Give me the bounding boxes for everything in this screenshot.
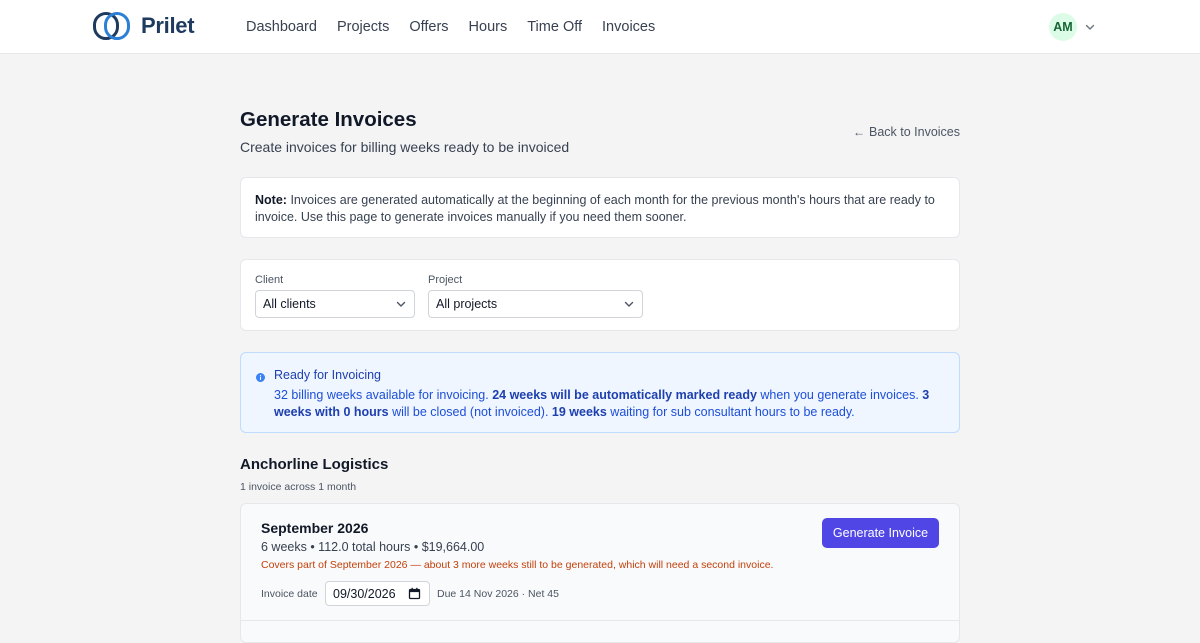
- generate-invoice-button[interactable]: Generate Invoice: [822, 518, 939, 548]
- invoice-due-text: Due 14 Nov 2026 · Net 45: [437, 588, 559, 600]
- info-text-3: will be closed (not invoiced).: [388, 405, 552, 419]
- avatar: AM: [1049, 13, 1077, 41]
- prilet-logo-icon: [93, 12, 130, 40]
- info-text-1: 32 billing weeks available for invoicing…: [274, 388, 493, 402]
- page-subtitle: Create invoices for billing weeks ready …: [240, 139, 570, 155]
- invoice-month-summary: 6 weeks • 112.0 total hours • $19,664.00: [261, 540, 485, 554]
- note-text: Invoices are generated automatically at …: [255, 193, 935, 224]
- invoice-date-value: 09/30/2026: [333, 586, 396, 601]
- arrow-left-icon: ←: [852, 125, 865, 139]
- note-card: Note: Invoices are generated automatical…: [240, 177, 960, 238]
- brand-logo[interactable]: Prilet: [93, 12, 195, 40]
- info-icon: [256, 373, 265, 382]
- info-text-2: when you generate invoices.: [756, 388, 923, 402]
- client-select-value: All clients: [263, 297, 316, 311]
- info-bold-auto-ready: 24 weeks will be automatically marked re…: [492, 388, 757, 402]
- invoice-date-input[interactable]: 09/30/2026: [325, 581, 430, 606]
- info-bold-waiting: 19 weeks: [551, 405, 607, 419]
- info-text-4: waiting for sub consultant hours to be r…: [606, 405, 855, 419]
- nav-offers[interactable]: Offers: [409, 19, 448, 35]
- nav-invoices[interactable]: Invoices: [602, 19, 655, 35]
- chevron-down-icon: [396, 301, 406, 307]
- brand-name: Prilet: [141, 13, 195, 38]
- client-filter-label: Client: [255, 274, 284, 286]
- client-select[interactable]: All clients: [255, 290, 415, 318]
- page-title: Generate Invoices: [240, 108, 417, 131]
- filter-card: Client All clients Project All projects: [240, 259, 960, 331]
- calendar-icon[interactable]: [408, 587, 421, 600]
- client-name: Anchorline Logistics: [240, 456, 389, 473]
- project-select[interactable]: All projects: [428, 290, 643, 318]
- nav-dashboard[interactable]: Dashboard: [246, 19, 317, 35]
- nav-time-off[interactable]: Time Off: [527, 19, 582, 35]
- user-menu[interactable]: AM: [1049, 13, 1096, 41]
- info-body: 32 billing weeks available for invoicing…: [274, 387, 954, 421]
- client-invoice-count: 1 invoice across 1 month: [240, 481, 357, 493]
- card-divider: [241, 620, 959, 621]
- nav-projects[interactable]: Projects: [337, 19, 389, 35]
- back-to-invoices-link[interactable]: ← Back to Invoices: [853, 125, 960, 139]
- invoice-month-title: September 2026: [261, 520, 369, 536]
- chevron-down-icon: [624, 301, 634, 307]
- project-filter-label: Project: [428, 274, 463, 286]
- note-label: Note:: [255, 193, 287, 207]
- nav-hours[interactable]: Hours: [469, 19, 508, 35]
- ready-for-invoicing-banner: Ready for Invoicing 32 billing weeks ava…: [240, 352, 960, 433]
- back-link-label: Back to Invoices: [868, 125, 960, 139]
- top-navigation-bar: Prilet Dashboard Projects Offers Hours T…: [0, 0, 1200, 54]
- chevron-down-icon: [1085, 24, 1095, 30]
- project-select-value: All projects: [436, 297, 498, 311]
- partial-month-warning: Covers part of September 2026 — about 3 …: [261, 559, 774, 571]
- info-title: Ready for Invoicing: [274, 368, 382, 382]
- invoice-month-card: September 2026 6 weeks • 112.0 total hou…: [240, 503, 960, 643]
- invoice-date-label: Invoice date: [261, 588, 318, 600]
- main-nav: Dashboard Projects Offers Hours Time Off…: [246, 0, 675, 54]
